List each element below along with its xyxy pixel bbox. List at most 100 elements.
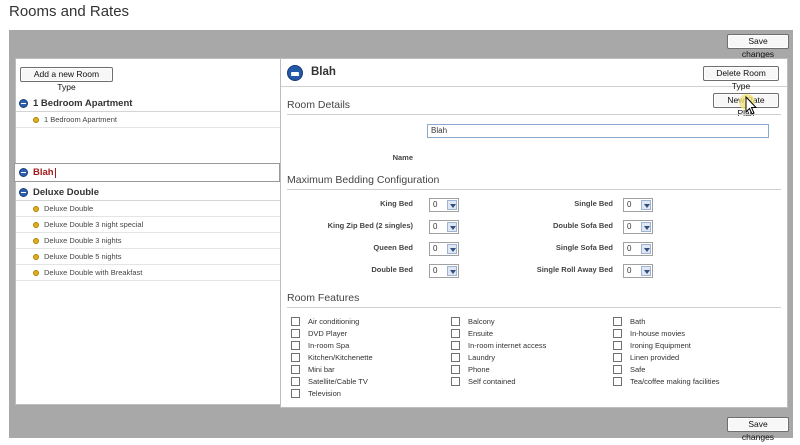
checkbox[interactable] xyxy=(451,365,460,374)
room-type-icon xyxy=(19,98,28,108)
feature-checkbox[interactable]: In-room internet access xyxy=(451,341,546,350)
feature-label: Kitchen/Kitchenette xyxy=(308,353,373,362)
rate-plan-item[interactable]: Deluxe Double xyxy=(16,201,280,217)
checkbox[interactable] xyxy=(291,353,300,362)
queen-bed-select[interactable]: 0 xyxy=(429,242,459,256)
bed-label: Single Roll Away Bed xyxy=(536,265,613,274)
room-type-label: 1 Bedroom Apartment xyxy=(33,97,133,109)
checkbox[interactable] xyxy=(451,329,460,338)
single-bed-select[interactable]: 0 xyxy=(623,198,653,212)
select-value: 0 xyxy=(433,266,438,275)
rate-plan-icon xyxy=(33,253,39,260)
add-room-type-button[interactable]: Add a new Room Type xyxy=(20,67,113,92)
room-name-input[interactable]: Blah xyxy=(427,124,769,138)
feature-checkbox[interactable]: Phone xyxy=(451,365,490,374)
room-type-label: Blah xyxy=(33,167,54,178)
checkbox[interactable] xyxy=(451,317,460,326)
room-type-item-deluxe-double[interactable]: Deluxe Double xyxy=(16,184,280,201)
room-type-label: Deluxe Double xyxy=(33,186,99,198)
feature-label: In-room Spa xyxy=(308,341,350,350)
rate-plan-item[interactable]: Deluxe Double with Breakfast xyxy=(16,265,280,281)
feature-checkbox[interactable]: Self contained xyxy=(451,377,516,386)
checkbox[interactable] xyxy=(291,377,300,386)
rate-plan-item[interactable]: 1 Bedroom Apartment xyxy=(16,112,280,128)
rate-plan-label: 1 Bedroom Apartment xyxy=(44,115,117,124)
single-sofa-bed-select[interactable]: 0 xyxy=(623,242,653,256)
checkbox[interactable] xyxy=(613,377,622,386)
checkbox[interactable] xyxy=(613,353,622,362)
rate-plan-label: Deluxe Double with Breakfast xyxy=(44,268,143,277)
chevron-down-icon xyxy=(641,244,651,254)
feature-checkbox[interactable]: In-house movies xyxy=(613,329,685,338)
save-changes-button-bottom[interactable]: Save changes xyxy=(727,417,789,442)
feature-checkbox[interactable]: Linen provided xyxy=(613,353,679,362)
feature-label: Television xyxy=(308,389,341,398)
checkbox[interactable] xyxy=(451,341,460,350)
single-roll-away-bed-select[interactable]: 0 xyxy=(623,264,653,278)
room-type-group: 1 Bedroom Apartment 1 Bedroom Apartment xyxy=(16,95,280,128)
rate-plan-item[interactable]: Deluxe Double 3 nights xyxy=(16,233,280,249)
rate-plan-icon xyxy=(33,237,39,244)
feature-checkbox[interactable]: Kitchen/Kitchenette xyxy=(291,353,373,362)
rate-plan-item[interactable]: Deluxe Double 5 nights xyxy=(16,249,280,265)
select-value: 0 xyxy=(627,266,632,275)
feature-checkbox[interactable]: Mini bar xyxy=(291,365,335,374)
feature-label: Ensuite xyxy=(468,329,494,338)
room-type-item-selected[interactable]: Blah xyxy=(14,163,280,182)
checkbox[interactable] xyxy=(451,377,460,386)
feature-checkbox[interactable]: DVD Player xyxy=(291,329,347,338)
double-bed-select[interactable]: 0 xyxy=(429,264,459,278)
feature-checkbox[interactable]: Television xyxy=(291,389,341,398)
select-value: 0 xyxy=(433,244,438,253)
delete-room-type-button[interactable]: Delete Room Type xyxy=(703,66,779,91)
feature-checkbox[interactable]: Bath xyxy=(613,317,645,326)
feature-checkbox[interactable]: Ensuite xyxy=(451,329,493,338)
room-details-heading: Room Details xyxy=(287,99,351,111)
checkbox[interactable] xyxy=(613,341,622,350)
bed-label: King Bed xyxy=(380,199,413,208)
rate-plan-icon xyxy=(33,116,39,123)
feature-checkbox[interactable]: Ironing Equipment xyxy=(613,341,691,350)
feature-checkbox[interactable]: Satellite/Cable TV xyxy=(291,377,368,386)
checkbox[interactable] xyxy=(291,329,300,338)
editor-header: Blah Delete Room Type xyxy=(281,59,787,91)
room-type-group: Deluxe Double Deluxe Double Deluxe Doubl… xyxy=(16,184,280,281)
feature-checkbox[interactable]: Air conditioning xyxy=(291,317,359,326)
feature-checkbox[interactable]: Safe xyxy=(613,365,645,374)
feature-label: Self contained xyxy=(468,377,516,386)
rate-plan-icon xyxy=(33,269,39,276)
feature-label: Balcony xyxy=(468,317,495,326)
rate-plan-item[interactable]: Deluxe Double 3 night special xyxy=(16,217,280,233)
divider xyxy=(287,114,781,115)
page-title: Rooms and Rates xyxy=(9,3,130,20)
feature-label: Phone xyxy=(468,365,490,374)
save-changes-button-top[interactable]: Save changes xyxy=(727,34,789,59)
rate-plan-label: Deluxe Double 3 nights xyxy=(44,236,122,245)
feature-label: Air conditioning xyxy=(308,317,360,326)
feature-label: Linen provided xyxy=(630,353,680,362)
feature-label: Mini bar xyxy=(308,365,335,374)
checkbox[interactable] xyxy=(613,317,622,326)
mouse-pointer-icon xyxy=(739,94,758,115)
chevron-down-icon xyxy=(641,200,651,210)
king-zip-bed-select[interactable]: 0 xyxy=(429,220,459,234)
room-type-editor: Blah Delete Room Type Room Details New R… xyxy=(280,58,788,408)
feature-checkbox[interactable]: Tea/coffee making facilities xyxy=(613,377,720,386)
checkbox[interactable] xyxy=(613,365,622,374)
rate-plan-label: Deluxe Double xyxy=(44,204,94,213)
chevron-down-icon xyxy=(447,244,457,254)
checkbox[interactable] xyxy=(291,341,300,350)
room-type-item-1-bedroom[interactable]: 1 Bedroom Apartment xyxy=(16,95,280,112)
text-cursor xyxy=(54,167,56,178)
feature-checkbox[interactable]: In-room Spa xyxy=(291,341,349,350)
double-sofa-bed-select[interactable]: 0 xyxy=(623,220,653,234)
rate-plan-label: Deluxe Double 5 nights xyxy=(44,252,122,261)
checkbox[interactable] xyxy=(291,365,300,374)
king-bed-select[interactable]: 0 xyxy=(429,198,459,212)
feature-checkbox[interactable]: Balcony xyxy=(451,317,495,326)
checkbox[interactable] xyxy=(613,329,622,338)
feature-checkbox[interactable]: Laundry xyxy=(451,353,495,362)
checkbox[interactable] xyxy=(291,317,300,326)
checkbox[interactable] xyxy=(291,389,300,398)
checkbox[interactable] xyxy=(451,353,460,362)
